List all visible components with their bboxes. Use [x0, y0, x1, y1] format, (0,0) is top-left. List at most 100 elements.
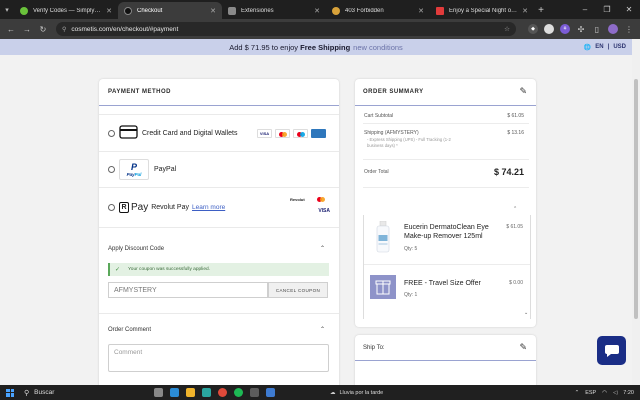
- tab-checkout[interactable]: Checkout ✕: [118, 2, 222, 19]
- revolut-option-label: Revolut Pay: [151, 204, 189, 211]
- url-bar[interactable]: ⚲ cosmetis.com/en/checkout/#payment ☆: [56, 22, 516, 36]
- scroll-down-icon[interactable]: ⌄: [524, 310, 528, 316]
- search-icon: ⚲: [24, 389, 30, 397]
- bookmark-star-icon[interactable]: ☆: [504, 25, 510, 33]
- close-window-icon[interactable]: ✕: [618, 0, 640, 19]
- language-code: EN: [595, 44, 604, 50]
- revolut-learn-more-link[interactable]: Learn more: [192, 204, 225, 211]
- taskview-icon[interactable]: [154, 388, 163, 397]
- panel-title-divider: [99, 105, 339, 106]
- tab-label: Enjoy a Special Night of Duo ...: [449, 7, 518, 14]
- comment-placeholder: Comment: [114, 349, 143, 356]
- payment-option-card[interactable]: Credit Card and Digital Wallets VISA: [99, 114, 339, 151]
- promo-free-shipping: Free Shipping: [300, 42, 351, 52]
- coupon-code-input[interactable]: AFMYSTERY: [108, 282, 268, 298]
- maximize-icon[interactable]: ❐: [596, 0, 618, 19]
- currency-code: USD: [613, 44, 626, 50]
- close-icon[interactable]: ✕: [210, 7, 216, 15]
- windows-taskbar: ⚲ Buscar ☁ Lluvia por la tarde ⌃ ESP ◠ ◁…: [0, 385, 640, 400]
- windows-start-icon[interactable]: [6, 388, 14, 397]
- scrollbar-thumb[interactable]: [634, 79, 638, 319]
- profile-avatar-icon[interactable]: [608, 24, 618, 34]
- file-explorer-icon[interactable]: [186, 388, 195, 397]
- app-icon[interactable]: [250, 388, 259, 397]
- chevron-up-icon[interactable]: ⌃: [320, 326, 325, 333]
- card-brand-logos: VISA: [257, 128, 326, 138]
- new-tab-button[interactable]: +: [534, 2, 548, 19]
- extension-icon[interactable]: ⚘: [560, 24, 570, 34]
- tab-403-forbidden[interactable]: 403 Forbidden ✕: [326, 2, 430, 19]
- divider: [363, 123, 529, 124]
- tab-search-icon[interactable]: ▾: [0, 0, 14, 19]
- payment-method-title: PAYMENT METHOD: [108, 89, 172, 95]
- close-icon[interactable]: ✕: [106, 7, 112, 15]
- tab-verify-codes[interactable]: Verify Codes — SimplyCodes ✕: [14, 2, 118, 19]
- chat-button[interactable]: [597, 336, 626, 365]
- taskbar-weather[interactable]: ☁ Lluvia por la tarde: [330, 390, 383, 396]
- volume-icon[interactable]: ◁: [613, 390, 617, 396]
- chevron-up-icon[interactable]: ⌃: [575, 390, 580, 396]
- menu-dots-icon[interactable]: ⋮: [624, 24, 634, 34]
- shield-icon[interactable]: ◆: [528, 24, 538, 34]
- edit-icon[interactable]: ✎: [519, 86, 527, 97]
- wifi-icon[interactable]: ◠: [602, 390, 607, 396]
- page-scrollbar[interactable]: [632, 39, 640, 385]
- chrome-icon[interactable]: [218, 388, 227, 397]
- language-indicator[interactable]: ESP: [585, 390, 596, 396]
- edit-icon[interactable]: ✎: [519, 342, 527, 353]
- promo-conditions-link[interactable]: new conditions: [353, 43, 403, 52]
- paypal-radio[interactable]: [108, 166, 115, 173]
- forward-icon[interactable]: →: [20, 22, 34, 36]
- puzzle-icon[interactable]: ✣: [576, 24, 586, 34]
- close-icon[interactable]: ✕: [522, 7, 528, 15]
- divider: [99, 227, 339, 228]
- reload-icon[interactable]: ↻: [36, 22, 50, 36]
- payment-method-panel: PAYMENT METHOD Credit Card and Digital W…: [99, 79, 339, 385]
- spotify-icon[interactable]: [234, 388, 243, 397]
- language-currency-switch[interactable]: 🌐 EN | USD: [584, 39, 626, 55]
- order-total-value: $ 74.21: [493, 167, 524, 177]
- revolut-radio[interactable]: [108, 204, 115, 211]
- product-name[interactable]: Eucerin DermatoClean Eye Make-up Remover…: [404, 223, 492, 241]
- sidepanel-icon[interactable]: ▯: [592, 24, 602, 34]
- order-comment-title[interactable]: Order Comment: [108, 327, 151, 333]
- globe-icon: 🌐: [583, 44, 592, 51]
- free-shipping-banner: Add $ 71.95 to enjoy Free Shipping new c…: [0, 39, 632, 55]
- chat-bubble-icon: [604, 344, 619, 357]
- clock[interactable]: 7:20: [623, 390, 634, 396]
- product-price: $ 0.00: [509, 280, 523, 286]
- minimize-icon[interactable]: –: [574, 0, 596, 19]
- payment-option-revolut[interactable]: R Pay Revolut Pay Learn more Revolut VIS…: [99, 187, 339, 227]
- tab-favicon: [436, 6, 444, 15]
- widgets-icon[interactable]: [170, 388, 179, 397]
- taskbar-search-label: Buscar: [34, 389, 55, 396]
- ship-to-title: Ship To:: [363, 345, 385, 351]
- tab-favicon: [124, 6, 132, 15]
- discount-section-title[interactable]: Apply Discount Code: [108, 246, 164, 252]
- tab-enjoy-special-night[interactable]: Enjoy a Special Night of Duo ... ✕: [430, 2, 534, 19]
- back-icon[interactable]: ←: [4, 22, 18, 36]
- site-info-icon[interactable]: ⚲: [62, 26, 66, 33]
- cloud-rain-icon: ☁: [330, 389, 336, 396]
- close-icon[interactable]: ✕: [418, 7, 424, 15]
- tab-label: Checkout: [137, 7, 163, 14]
- ship-to-panel: Ship To: ✎: [355, 335, 536, 385]
- product-qty: Qty: 1: [404, 292, 418, 298]
- close-icon[interactable]: ✕: [314, 7, 320, 15]
- visa-icon: VISA: [257, 128, 272, 138]
- circle-extension-icon[interactable]: [544, 24, 554, 34]
- chevron-up-icon[interactable]: ⌃: [320, 245, 325, 252]
- product-name[interactable]: FREE - Travel Size Offer: [404, 279, 492, 288]
- tab-extensiones[interactable]: Extensiones ✕: [222, 2, 326, 19]
- edge-icon[interactable]: [202, 388, 211, 397]
- taskbar-search[interactable]: ⚲ Buscar: [24, 389, 114, 397]
- divider: [363, 187, 529, 188]
- puzzle-icon: [228, 6, 236, 15]
- cancel-coupon-button[interactable]: CANCEL COUPON: [268, 282, 328, 298]
- comment-textarea[interactable]: Comment: [108, 344, 329, 372]
- scroll-up-icon[interactable]: ⌃: [513, 206, 517, 212]
- app-icon[interactable]: [266, 388, 275, 397]
- card-radio[interactable]: [108, 129, 115, 137]
- payment-option-paypal[interactable]: P PayPal PayPal: [99, 151, 339, 187]
- order-summary-panel: ORDER SUMMARY ✎ Cart Subtotal $ 61.05 Sh…: [355, 79, 536, 327]
